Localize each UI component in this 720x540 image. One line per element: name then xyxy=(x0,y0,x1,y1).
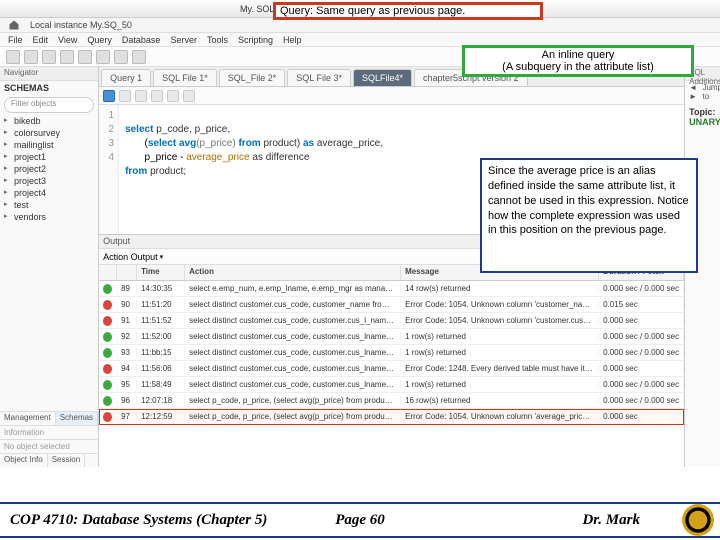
menu-tools[interactable]: Tools xyxy=(207,35,228,45)
error-icon xyxy=(103,316,112,326)
inspector-icon[interactable] xyxy=(42,50,56,64)
ucf-logo-icon xyxy=(682,504,714,536)
output-row[interactable]: 9612:07:18select p_code, p_price, (selec… xyxy=(99,393,684,409)
tab-sqlfile3[interactable]: SQL File 3* xyxy=(287,69,351,86)
success-icon xyxy=(103,380,112,390)
stop-icon[interactable] xyxy=(183,90,195,102)
success-icon xyxy=(103,396,112,406)
error-icon xyxy=(103,412,112,422)
menu-database[interactable]: Database xyxy=(122,35,161,45)
schema-item[interactable]: project4 xyxy=(0,187,98,199)
schema-item[interactable]: vendors xyxy=(0,211,98,223)
callout-query: Query: Same query as previous page. xyxy=(273,2,543,20)
menu-edit[interactable]: Edit xyxy=(33,35,49,45)
schemas-section: SCHEMAS xyxy=(0,81,98,95)
menu-query[interactable]: Query xyxy=(87,35,112,45)
create-func-icon[interactable] xyxy=(132,50,146,64)
tab-schemas[interactable]: Schemas xyxy=(56,412,98,425)
success-icon xyxy=(103,332,112,342)
jump-to-dropdown[interactable]: ◄ ►Jump to xyxy=(685,81,720,103)
menu-file[interactable]: File xyxy=(8,35,23,45)
output-row[interactable]: 9011:51:20select distinct customer.cus_c… xyxy=(99,297,684,313)
output-grid: 8914:30:35select e.emp_num, e.emp_lname,… xyxy=(99,281,684,467)
menu-scripting[interactable]: Scripting xyxy=(238,35,273,45)
schema-item[interactable]: colorsurvey xyxy=(0,127,98,139)
tab-session[interactable]: Session xyxy=(48,454,85,467)
output-row[interactable]: 9111:51:52select distinct customer.cus_c… xyxy=(99,313,684,329)
chevron-down-icon: ▾ xyxy=(160,253,164,261)
open-file-icon[interactable] xyxy=(103,90,115,102)
output-row[interactable]: 9712:12:59select p_code, p_price, (selec… xyxy=(99,409,684,425)
sql-code[interactable]: select p_code, p_price, (select avg(p_pr… xyxy=(119,105,389,234)
tab-query1[interactable]: Query 1 xyxy=(101,69,151,86)
schema-item[interactable]: mailinglist xyxy=(0,139,98,151)
create-view-icon[interactable] xyxy=(96,50,110,64)
footer-course: COP 4710: Database Systems (Chapter 5) xyxy=(0,512,267,529)
output-row[interactable]: 9411:56:06select distinct customer.cus_c… xyxy=(99,361,684,377)
schema-list: bikedb colorsurvey mailinglist project1 … xyxy=(0,115,98,223)
explain-icon[interactable] xyxy=(167,90,179,102)
navigator-panel: Navigator SCHEMAS Filter objects bikedb … xyxy=(0,67,99,467)
success-icon xyxy=(103,348,112,358)
tab-sqlfile4[interactable]: SQLFile4* xyxy=(353,69,412,86)
success-icon xyxy=(103,284,112,294)
topic-display: Topic: UNARY xyxy=(685,103,720,131)
information-header: Information xyxy=(0,425,98,439)
menu-server[interactable]: Server xyxy=(170,35,197,45)
schema-item[interactable]: project1 xyxy=(0,151,98,163)
information-text: No object selected xyxy=(0,439,98,453)
create-proc-icon[interactable] xyxy=(114,50,128,64)
home-icon[interactable] xyxy=(8,19,20,31)
create-db-icon[interactable] xyxy=(60,50,74,64)
line-gutter: 1234 xyxy=(99,105,119,234)
col-action: Action xyxy=(185,265,401,280)
callout-explanation: Since the average price is an alias defi… xyxy=(480,158,698,273)
tab-object-info[interactable]: Object Info xyxy=(0,454,48,467)
error-icon xyxy=(103,364,112,374)
schema-item[interactable]: project2 xyxy=(0,163,98,175)
connection-tab-bar: Local instance My.SQ_50 xyxy=(0,18,720,33)
filter-objects-input[interactable]: Filter objects xyxy=(4,97,94,113)
error-icon xyxy=(103,300,112,310)
footer-page: Page 60 xyxy=(335,512,385,529)
open-sql-icon[interactable] xyxy=(24,50,38,64)
output-row[interactable]: 9211:52:00select distinct customer.cus_c… xyxy=(99,329,684,345)
menu-help[interactable]: Help xyxy=(283,35,302,45)
execute-current-icon[interactable] xyxy=(151,90,163,102)
tab-management[interactable]: Management xyxy=(0,412,56,425)
create-table-icon[interactable] xyxy=(78,50,92,64)
connection-tab[interactable]: Local instance My.SQ_50 xyxy=(30,20,132,30)
schema-item[interactable]: bikedb xyxy=(0,115,98,127)
navigator-header: Navigator xyxy=(0,67,98,81)
output-row[interactable]: 9511:58:49select distinct customer.cus_c… xyxy=(99,377,684,393)
save-icon[interactable] xyxy=(119,90,131,102)
tab-sqlfile1[interactable]: SQL File 1* xyxy=(153,69,217,86)
editor-toolbar xyxy=(99,87,684,105)
footer-author: Dr. Mark xyxy=(582,512,640,529)
output-row[interactable]: 9311:bb:15select distinct customer.cus_c… xyxy=(99,345,684,361)
schema-item[interactable]: project3 xyxy=(0,175,98,187)
callout-inline-query: An inline query(A subquery in the attrib… xyxy=(462,45,694,77)
menu-view[interactable]: View xyxy=(58,35,77,45)
tab-sqlfile2[interactable]: SQL_File 2* xyxy=(219,69,286,86)
output-row[interactable]: 8914:30:35select e.emp_num, e.emp_lname,… xyxy=(99,281,684,297)
schema-item[interactable]: test xyxy=(0,199,98,211)
new-sql-icon[interactable] xyxy=(6,50,20,64)
slide-footer: COP 4710: Database Systems (Chapter 5) P… xyxy=(0,502,720,538)
execute-icon[interactable] xyxy=(135,90,147,102)
col-time: Time xyxy=(137,265,185,280)
